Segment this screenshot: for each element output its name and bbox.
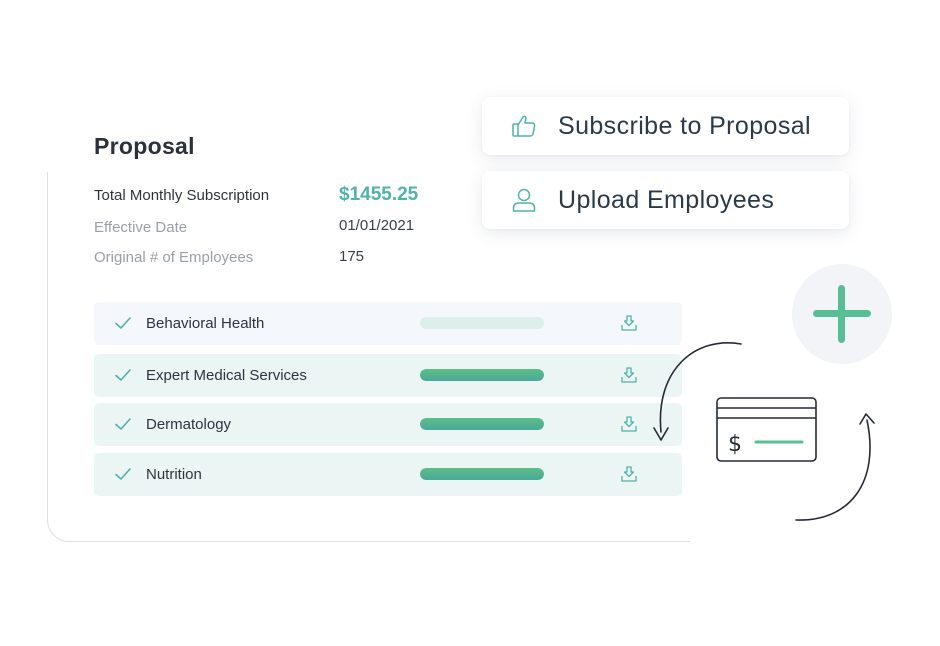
- effective-date-value: 01/01/2021: [339, 217, 415, 234]
- subscribe-to-proposal-button[interactable]: Subscribe to Proposal: [482, 97, 849, 155]
- progress-fill: [420, 369, 544, 381]
- thumbs-up-icon: [512, 115, 536, 137]
- service-row-behavioral-health[interactable]: Behavioral Health: [94, 302, 682, 345]
- progress-fill: [420, 468, 544, 480]
- service-row-dermatology[interactable]: Dermatology: [94, 403, 682, 446]
- page-title: Proposal: [94, 133, 195, 159]
- download-icon[interactable]: [620, 366, 638, 384]
- frame-gap: [690, 520, 710, 550]
- progress-fill: [420, 418, 544, 430]
- plus-icon-vertical: [838, 285, 845, 343]
- progress-bar: [420, 468, 544, 480]
- employees-label: Original # of Employees: [94, 249, 254, 266]
- upload-employees-button[interactable]: Upload Employees: [482, 171, 849, 229]
- effective-date-label: Effective Date: [94, 219, 188, 236]
- upload-label: Upload Employees: [558, 185, 775, 214]
- employees-value: 175: [339, 248, 365, 265]
- service-row-expert-medical-services[interactable]: Expert Medical Services: [94, 354, 682, 397]
- total-subscription-label: Total Monthly Subscription: [94, 187, 270, 204]
- user-icon: [512, 188, 536, 212]
- service-name: Behavioral Health: [146, 315, 265, 332]
- add-button[interactable]: [792, 264, 892, 364]
- service-name: Nutrition: [146, 466, 202, 483]
- progress-bar: [420, 418, 544, 430]
- service-name: Expert Medical Services: [146, 367, 307, 384]
- check-icon: [115, 369, 131, 381]
- subscribe-label: Subscribe to Proposal: [558, 111, 811, 140]
- progress-bar: [420, 369, 544, 381]
- check-icon: [115, 418, 131, 430]
- credit-card-icon: $: [716, 397, 817, 462]
- dollar-symbol: $: [728, 432, 742, 457]
- download-icon[interactable]: [620, 465, 638, 483]
- check-icon: [115, 468, 131, 480]
- progress-bar: [420, 317, 544, 329]
- curved-arrow-right-icon: [795, 413, 875, 521]
- service-row-nutrition[interactable]: Nutrition: [94, 453, 682, 496]
- download-icon[interactable]: [620, 415, 638, 433]
- check-icon: [115, 317, 131, 329]
- service-name: Dermatology: [146, 416, 232, 433]
- total-subscription-value: $1455.25: [339, 184, 419, 205]
- download-icon[interactable]: [620, 314, 638, 332]
